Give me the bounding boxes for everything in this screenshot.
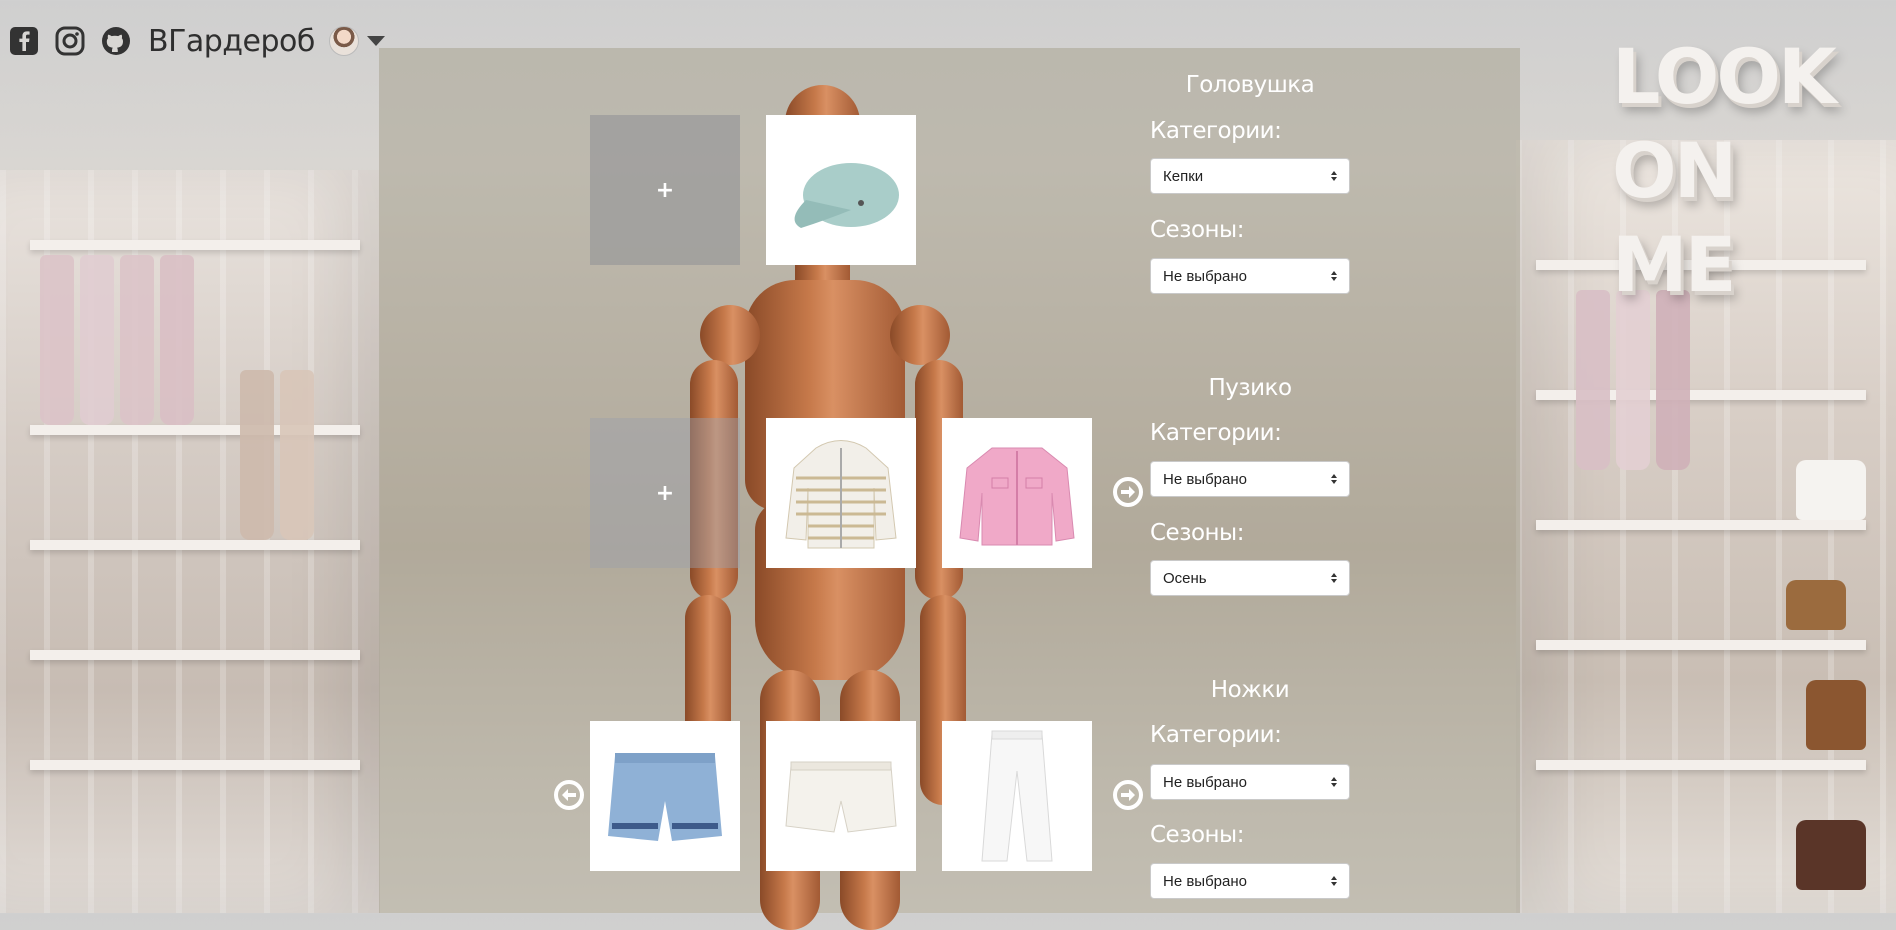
- add-item-tile[interactable]: +: [590, 115, 740, 265]
- wardrobe-background-left: [0, 170, 380, 913]
- cap-item[interactable]: [766, 115, 916, 265]
- brand-name[interactable]: ВГардероб: [148, 24, 315, 59]
- jacket-icon: [959, 447, 1075, 546]
- section-title-head: Головушка: [1185, 72, 1315, 98]
- season-select-head[interactable]: Не выбрано: [1150, 258, 1350, 294]
- season-select-legs[interactable]: Не выбрано: [1150, 863, 1350, 899]
- categories-label: Категории:: [1150, 420, 1282, 446]
- look-on-me-logo: LOOK ON ME: [1612, 32, 1837, 309]
- season-select-body[interactable]: Осень: [1150, 560, 1350, 596]
- white-pants-item[interactable]: [942, 721, 1092, 871]
- cap-icon: [794, 163, 899, 228]
- avatar[interactable]: [328, 26, 359, 56]
- category-select-body[interactable]: Не выбрано: [1150, 461, 1350, 497]
- striped-hoodie-item[interactable]: [766, 418, 916, 568]
- seasons-label: Сезоны:: [1150, 217, 1244, 243]
- facebook-icon[interactable]: [8, 25, 40, 57]
- section-title-legs: Ножки: [1210, 677, 1290, 703]
- white-shorts-item[interactable]: [766, 721, 916, 871]
- add-item-tile[interactable]: +: [590, 418, 740, 568]
- github-icon[interactable]: [100, 25, 132, 57]
- next-arrow-icon[interactable]: [1113, 477, 1143, 507]
- category-select-head[interactable]: Кепки: [1150, 158, 1350, 194]
- top-header: ВГардероб: [8, 18, 385, 64]
- denim-shorts-item[interactable]: [590, 721, 740, 871]
- pink-jacket-item[interactable]: [942, 418, 1092, 568]
- seasons-label: Сезоны:: [1150, 520, 1244, 546]
- categories-label: Категории:: [1150, 722, 1282, 748]
- category-select-legs[interactable]: Не выбрано: [1150, 764, 1350, 800]
- instagram-icon[interactable]: [54, 25, 86, 57]
- next-arrow-icon[interactable]: [1113, 780, 1143, 810]
- shorts-icon: [785, 761, 897, 833]
- prev-arrow-icon[interactable]: [554, 780, 584, 810]
- seasons-label: Сезоны:: [1150, 822, 1244, 848]
- section-title-body: Пузико: [1208, 375, 1292, 401]
- chevron-down-icon[interactable]: [366, 36, 385, 46]
- hoodie-icon: [785, 440, 897, 549]
- shorts-icon: [608, 753, 722, 841]
- categories-label: Категории:: [1150, 118, 1282, 144]
- pants-icon: [981, 730, 1053, 862]
